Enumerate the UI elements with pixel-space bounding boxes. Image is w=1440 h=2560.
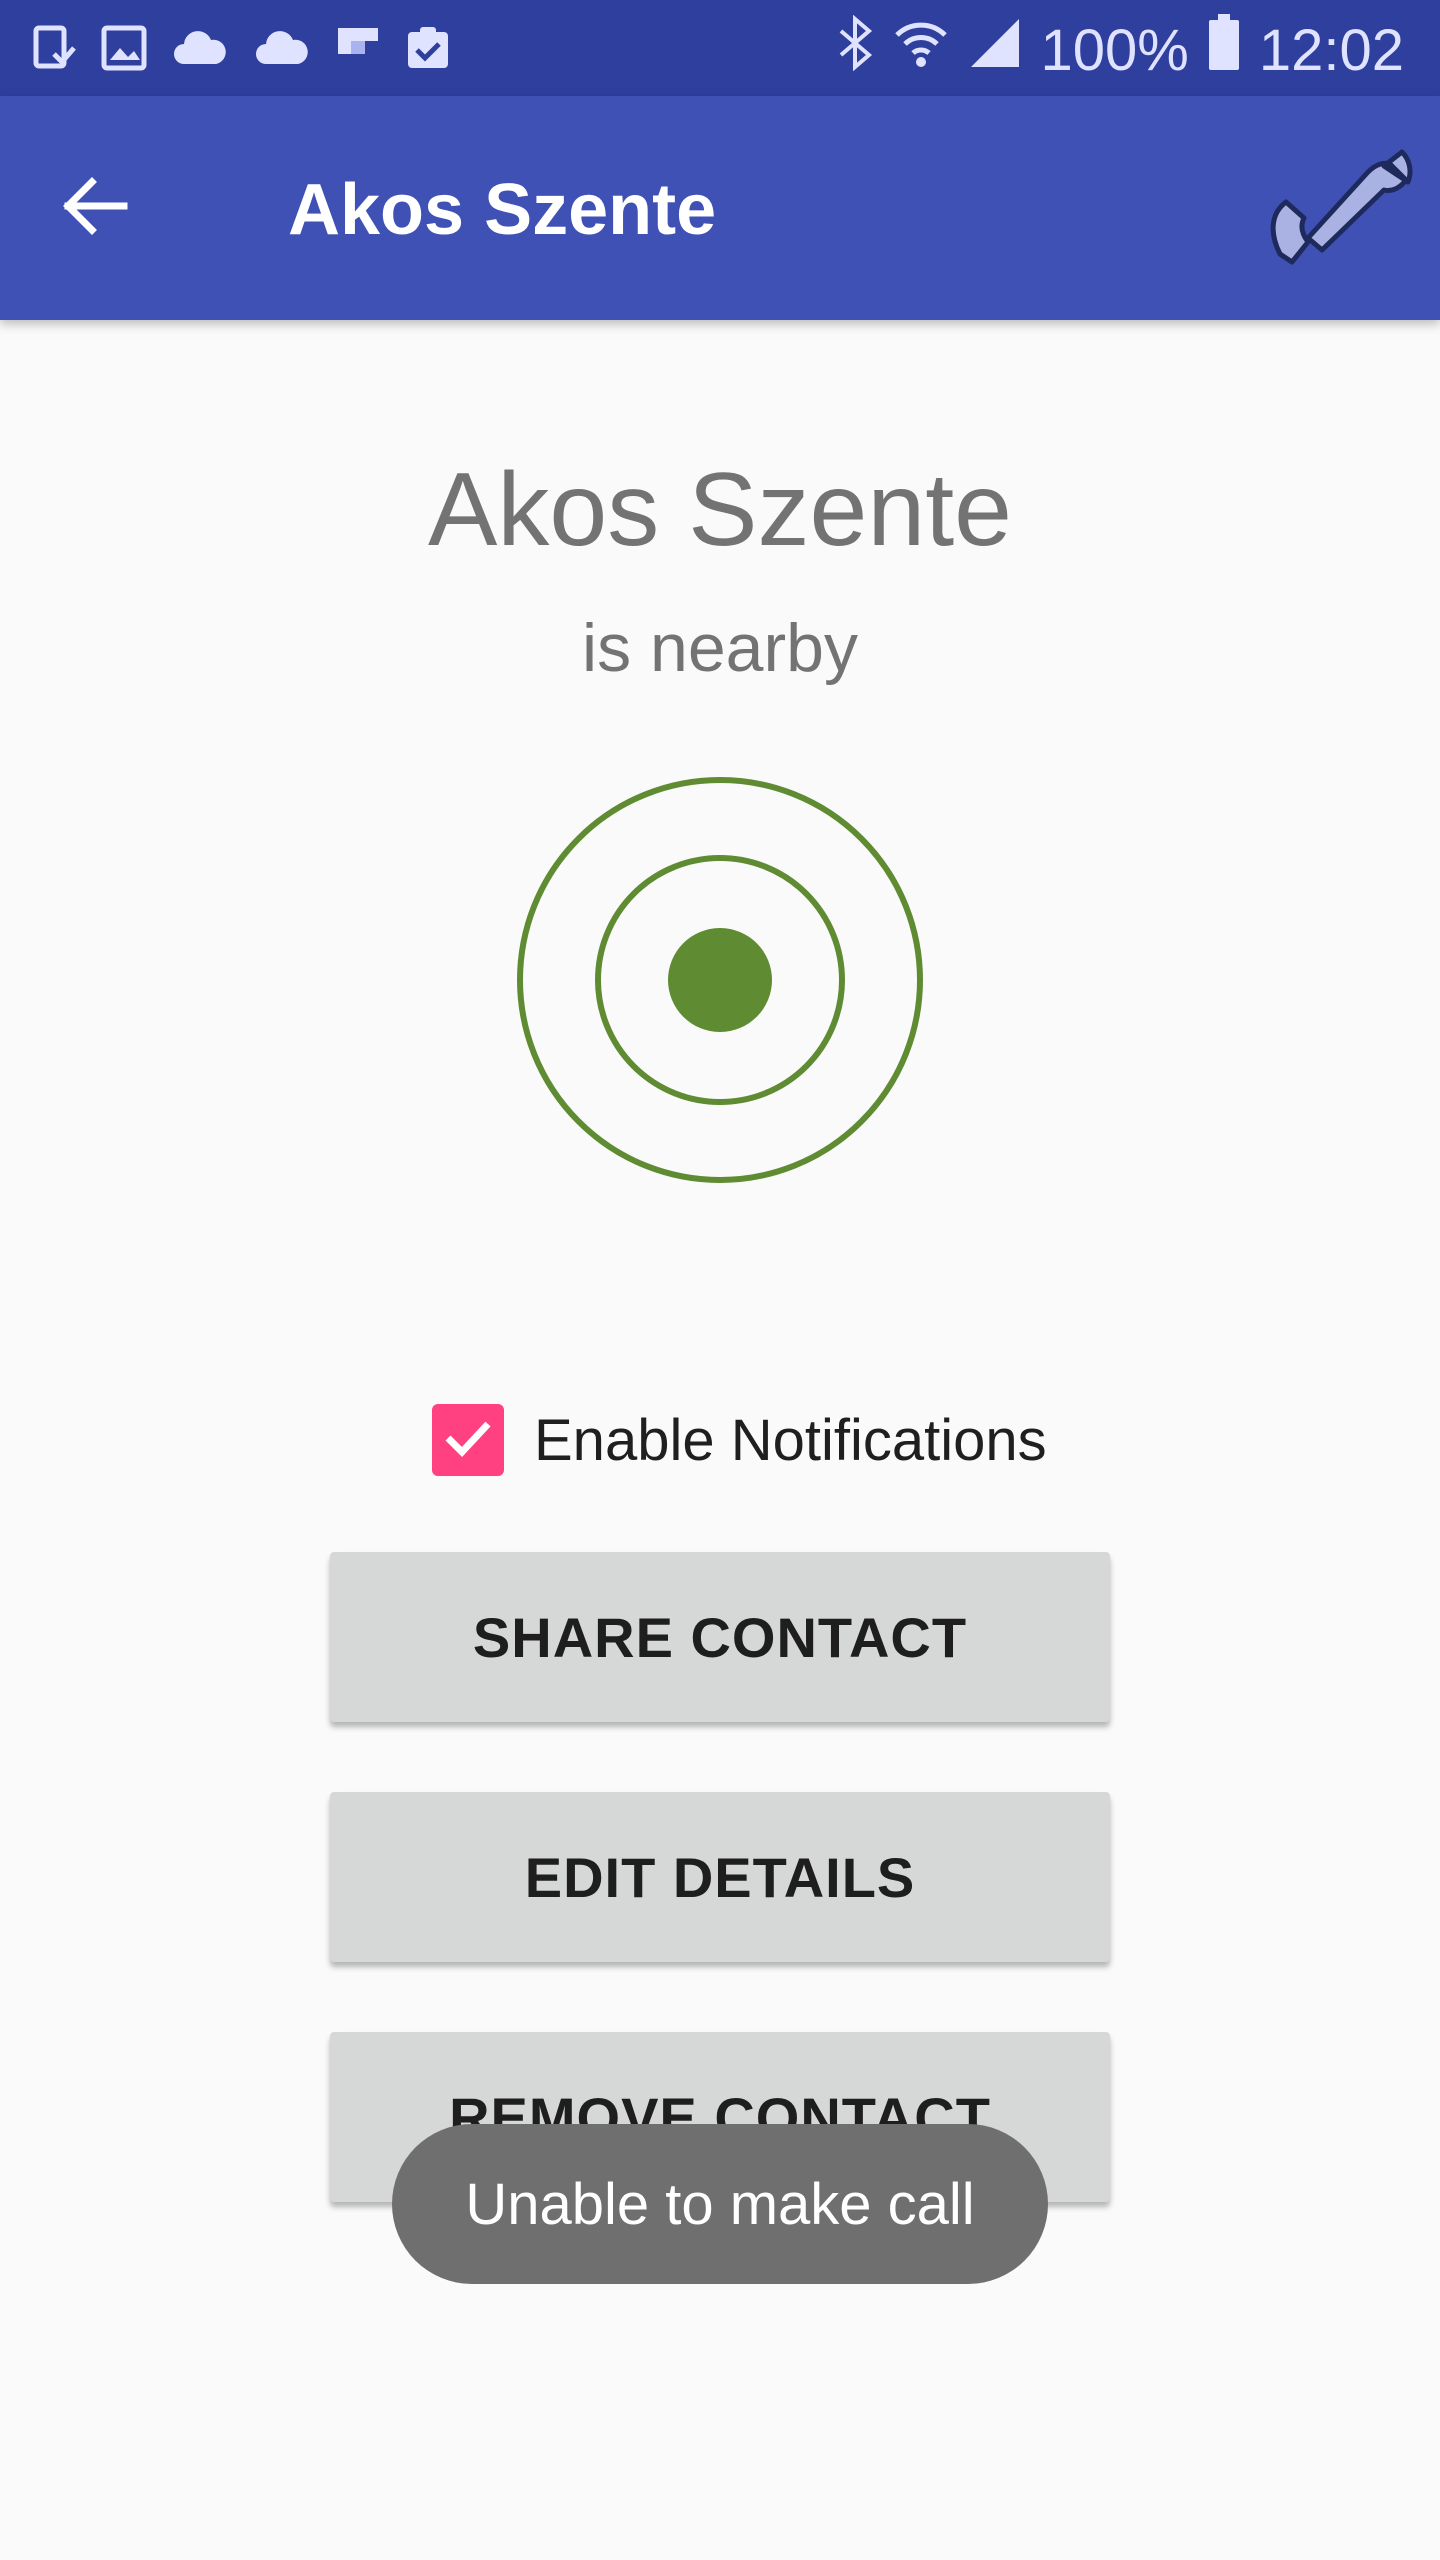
- signal-icon: [967, 15, 1023, 87]
- enable-notifications-row[interactable]: Enable Notifications: [432, 1402, 1047, 1478]
- battery-percent: 100%: [1040, 18, 1189, 83]
- app-title: Akos Szente: [288, 170, 717, 250]
- toast-message: Unable to make call: [392, 2124, 1048, 2284]
- arrow-back-icon: [56, 177, 136, 250]
- share-contact-button[interactable]: SHARE CONTACT: [330, 1552, 1110, 1722]
- app-bar: Akos Szente: [0, 96, 1440, 320]
- contact-name: Akos Szente: [428, 452, 1012, 568]
- flipboard-icon: [334, 24, 382, 77]
- notifications-checkbox[interactable]: [432, 1404, 504, 1476]
- device-download-icon: [30, 24, 78, 77]
- checkmark-icon: [438, 1408, 498, 1473]
- back-button[interactable]: [56, 166, 136, 246]
- status-time: 12:02: [1258, 18, 1404, 83]
- wifi-icon: [893, 15, 949, 87]
- edit-details-button[interactable]: EDIT DETAILS: [330, 1792, 1110, 1962]
- image-icon: [100, 24, 148, 77]
- system-status: 100% 12:02: [835, 14, 1404, 88]
- clipboard-check-icon: [404, 24, 452, 77]
- call-button[interactable]: [1250, 126, 1420, 296]
- battery-icon: [1207, 14, 1241, 88]
- cloud-icon: [170, 24, 230, 77]
- status-bar: 100% 12:02: [0, 0, 1440, 96]
- phone-icon: [1250, 149, 1420, 300]
- radar-target-icon: [514, 774, 926, 1186]
- notifications-label: Enable Notifications: [534, 1407, 1047, 1473]
- contact-status: is nearby: [582, 610, 858, 686]
- notification-icons: [30, 24, 452, 77]
- cloud-icon: [252, 24, 312, 77]
- bluetooth-icon: [835, 14, 875, 87]
